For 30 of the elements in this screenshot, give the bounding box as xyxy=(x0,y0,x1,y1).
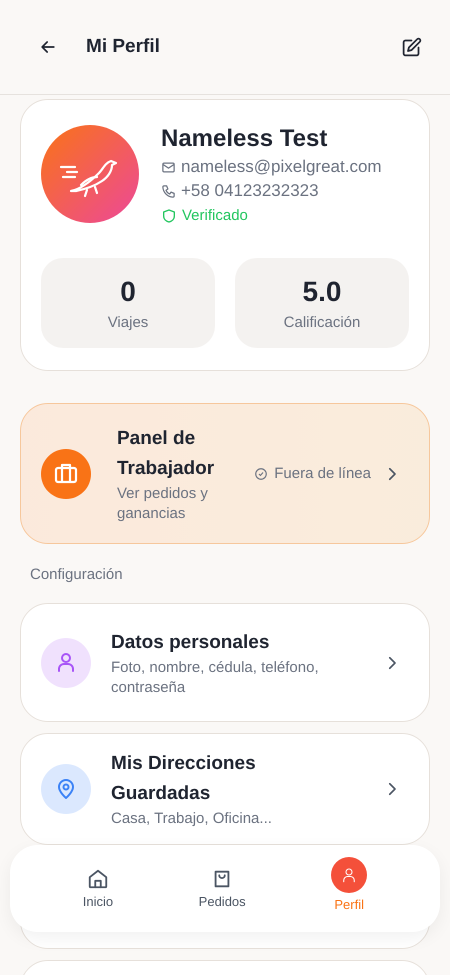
home-icon xyxy=(86,868,109,890)
stat-label: Viajes xyxy=(108,314,148,330)
settings-title: Datos personales xyxy=(111,630,270,654)
person-icon xyxy=(331,857,368,893)
settings-row[interactable]: Datos personales Foto, nombre, cédula, teléfono, contraseña xyxy=(20,603,430,722)
settings-subtitle: Casa, Trabajo, Oficina... xyxy=(111,809,273,829)
worker-panel-card[interactable]: Panel de Trabajador Ver pedidos y ganancias Fuera de línea xyxy=(20,403,430,544)
avatar-bird-icon xyxy=(41,125,139,223)
settings-row[interactable]: Mis Direcciones Guardadas Casa, Trabajo, Oficina... xyxy=(20,733,430,845)
page-title: Mi Perfil xyxy=(86,36,161,58)
briefcase-icon xyxy=(41,448,91,498)
worker-panel-subtitle: Ver pedidos y ganancias xyxy=(117,484,209,524)
stat-value: 5.0 xyxy=(302,276,342,308)
mail-icon xyxy=(161,160,176,174)
worker-panel-title: Panel de Trabajador xyxy=(117,426,216,480)
stat-label: Calificación xyxy=(284,314,360,330)
section-label: Configuración xyxy=(30,566,124,583)
nav-tab[interactable]: Pedidos xyxy=(198,868,246,909)
nav-tab[interactable]: Inicio xyxy=(82,868,114,909)
edit-icon[interactable] xyxy=(401,36,422,58)
user-name: Nameless Test xyxy=(161,125,328,153)
phone-icon xyxy=(161,184,176,198)
settings-title: Mis Direcciones Guardadas xyxy=(111,752,257,806)
settings-subtitle: Foto, nombre, cédula, teléfono, contraseña xyxy=(111,658,320,698)
stat-value: 0 xyxy=(120,276,136,308)
verified-label: Verificado xyxy=(182,207,248,224)
check-circle-icon xyxy=(254,466,268,480)
phone-text: +58 04123232323 xyxy=(181,181,319,201)
status-text: Fuera de línea xyxy=(274,465,371,482)
email-text: nameless@pixelgreat.com xyxy=(181,157,382,177)
